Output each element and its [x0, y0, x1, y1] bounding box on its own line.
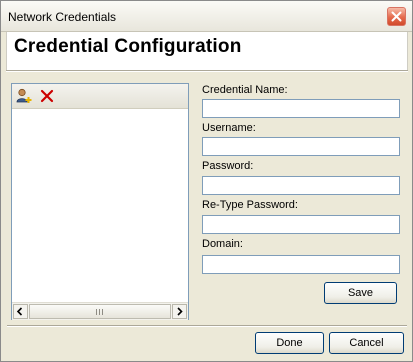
password-input[interactable] — [202, 176, 400, 195]
network-credentials-dialog: Network Credentials Credential Configura… — [0, 0, 413, 362]
window-title: Network Credentials — [8, 10, 117, 24]
delete-x-icon[interactable] — [39, 88, 55, 104]
password-label: Password: — [202, 160, 254, 172]
domain-input[interactable] — [202, 255, 400, 274]
scroll-right-button[interactable] — [172, 304, 187, 319]
list-toolbar — [12, 84, 188, 109]
close-button[interactable] — [387, 7, 406, 26]
cancel-button[interactable]: Cancel — [329, 332, 404, 354]
close-icon — [391, 11, 402, 22]
arrow-right-icon — [177, 307, 183, 316]
username-input[interactable] — [202, 137, 400, 156]
title-bar[interactable]: Network Credentials — [1, 1, 412, 32]
header-panel: Credential Configuration — [6, 32, 408, 70]
scroll-grip — [96, 309, 105, 315]
retype-password-label: Re-Type Password: — [202, 199, 298, 211]
scroll-thumb[interactable] — [29, 304, 171, 319]
credential-list[interactable] — [12, 109, 188, 302]
credential-name-label: Credential Name: — [202, 84, 288, 96]
horizontal-scrollbar[interactable] — [12, 302, 188, 320]
username-label: Username: — [202, 122, 256, 134]
domain-label: Domain: — [202, 238, 243, 250]
page-title: Credential Configuration — [14, 36, 242, 57]
save-button[interactable]: Save — [324, 282, 397, 304]
credential-list-panel — [11, 83, 189, 320]
retype-password-input[interactable] — [202, 215, 400, 234]
header-divider — [6, 70, 408, 72]
credential-name-input[interactable] — [202, 99, 400, 118]
done-button[interactable]: Done — [255, 332, 324, 354]
footer-divider — [7, 325, 407, 327]
user-add-icon[interactable] — [16, 88, 32, 104]
scroll-left-button[interactable] — [13, 304, 28, 319]
arrow-left-icon — [16, 307, 23, 316]
